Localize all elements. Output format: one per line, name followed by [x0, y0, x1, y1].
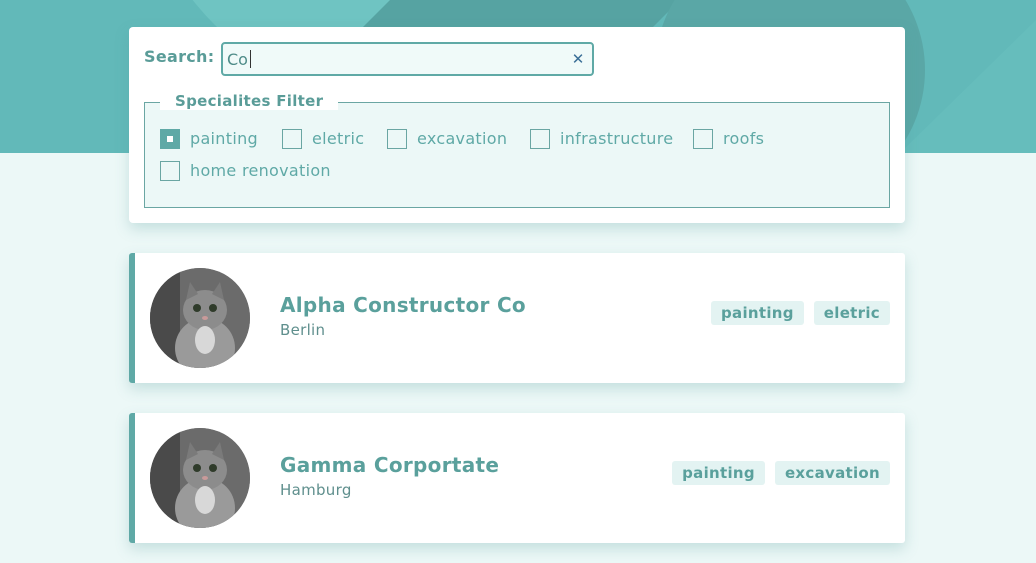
search-label: Search: — [144, 47, 215, 66]
search-panel: Search: ✕ Specialites Filter painting el… — [129, 27, 905, 223]
company-city: Berlin — [280, 321, 326, 339]
specialty-tags: painting excavation — [672, 461, 890, 485]
filter-option-label: painting — [190, 129, 258, 148]
company-card[interactable]: Alpha Constructor Co Berlin painting ele… — [129, 253, 905, 383]
specialty-tag: painting — [672, 461, 765, 485]
company-card[interactable]: Gamma Corportate Hamburg painting excava… — [129, 413, 905, 543]
kitten-avatar — [150, 428, 250, 528]
search-field[interactable]: ✕ — [221, 42, 594, 76]
filter-legend: Specialites Filter — [160, 92, 339, 110]
filter-option-label: eletric — [312, 129, 365, 148]
filter-option-label: roofs — [723, 129, 765, 148]
company-name[interactable]: Gamma Corportate — [280, 453, 499, 477]
specialty-tag: painting — [710, 301, 804, 325]
checkbox-checked[interactable] — [160, 129, 180, 149]
checkbox[interactable] — [160, 161, 180, 181]
filter-option-label: infrastructure — [560, 129, 674, 148]
specialties-filter: Specialites Filter painting eletric exca… — [144, 92, 890, 208]
company-name[interactable]: Alpha Constructor Co — [280, 293, 526, 317]
checkbox[interactable] — [530, 129, 550, 149]
company-city: Hamburg — [280, 481, 352, 499]
specialty-tag: excavation — [774, 461, 890, 485]
specialty-tag: eletric — [813, 301, 890, 325]
kitten-avatar — [150, 268, 250, 368]
checkbox[interactable] — [387, 129, 407, 149]
close-icon[interactable]: ✕ — [570, 51, 586, 67]
checkbox[interactable] — [282, 129, 302, 149]
filter-option-label: excavation — [417, 129, 508, 148]
checkbox[interactable] — [693, 129, 713, 149]
specialty-tags: painting eletric — [710, 301, 890, 325]
text-caret — [250, 50, 251, 68]
filter-option-label: home renovation — [190, 161, 331, 180]
search-input[interactable] — [227, 47, 567, 71]
